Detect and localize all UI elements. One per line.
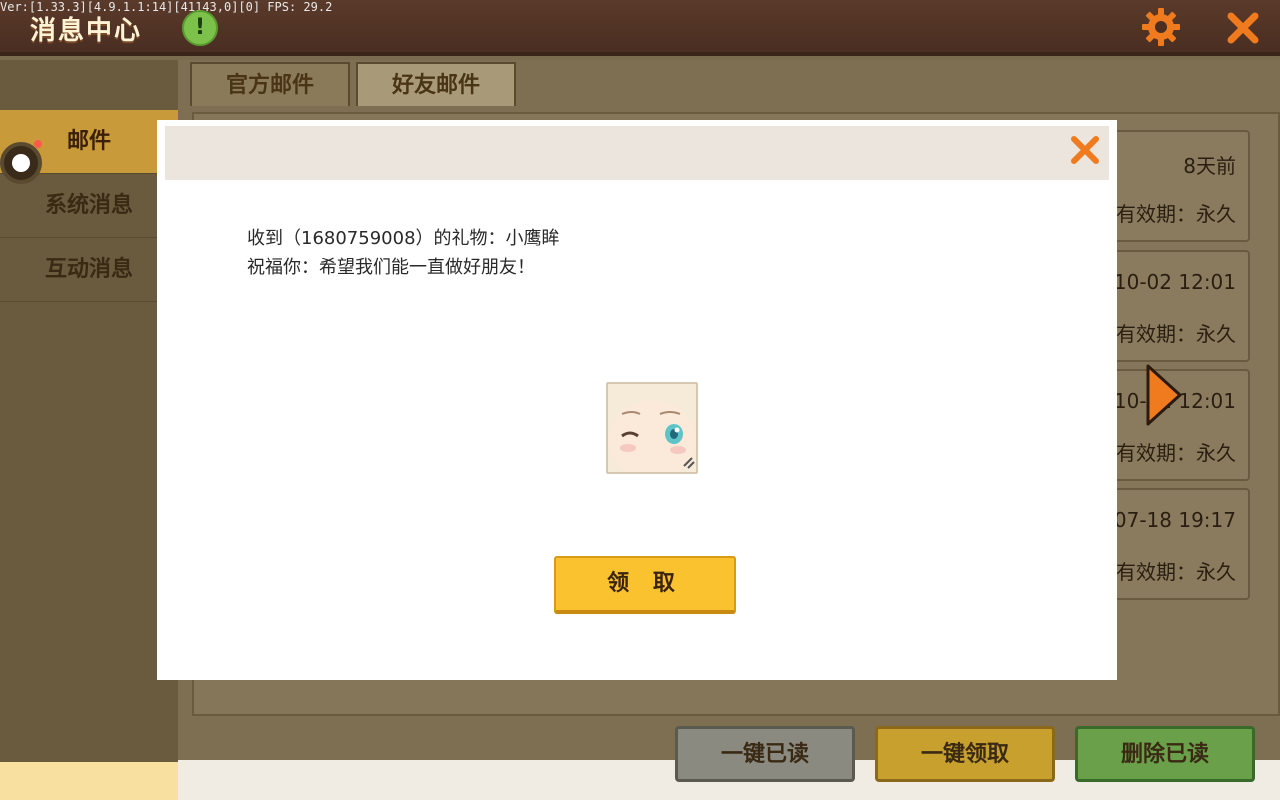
gift-item-icon[interactable] [606,382,698,474]
gift-dialog: 收到（1680759008）的礼物：小鹰眸 祝福你：希望我们能一直做好朋友！ 领… [157,120,1117,680]
delete-read-button[interactable]: 删除已读 [1075,726,1255,782]
dialog-close-icon[interactable] [1069,134,1101,166]
mail-item[interactable]: 10-02 12:01 有效期：永久 [1104,250,1250,362]
sidebar-item-system-messages[interactable]: 系统消息 [0,174,178,238]
sidebar-item-interaction-messages[interactable]: 互动消息 [0,238,178,302]
close-icon[interactable] [1225,10,1261,46]
floating-assist-icon[interactable] [0,142,42,184]
mail-validity: 有效期：永久 [1116,441,1236,465]
alert-icon[interactable]: ! [182,10,218,46]
next-arrow-icon[interactable] [1144,362,1184,428]
top-bar: 消息中心 Ver:[1.33.3][4.9.1.1:14][41143,0][0… [0,0,1280,56]
mail-validity: 有效期：永久 [1116,560,1236,584]
face-avatar-icon [608,384,696,472]
mail-time: -07-18 19:17 [1106,508,1236,532]
mail-time: 8天前 [1183,154,1236,178]
dialog-header [165,126,1109,180]
mail-item[interactable]: -07-18 19:17 有效期：永久 [1104,488,1250,600]
claim-button[interactable]: 领 取 [554,556,736,614]
mark-all-read-button[interactable]: 一键已读 [675,726,855,782]
page-title: 消息中心 [30,16,143,46]
claim-all-button[interactable]: 一键领取 [875,726,1055,782]
tab-official-mail[interactable]: 官方邮件 [190,62,350,106]
mail-item[interactable]: 8天前 有效期：永久 [1104,130,1250,242]
sidebar-footer [0,762,178,800]
debug-version-text: Ver:[1.33.3][4.9.1.1:14][41143,0][0] FPS… [0,0,333,14]
gift-blessing-line: 祝福你：希望我们能一直做好朋友！ [247,257,535,278]
gear-icon[interactable] [1140,6,1182,48]
tab-friend-mail[interactable]: 好友邮件 [356,62,516,106]
gift-sender-line: 收到（1680759008）的礼物：小鹰眸 [247,228,560,249]
mail-validity: 有效期：永久 [1116,202,1236,226]
dialog-message: 收到（1680759008）的礼物：小鹰眸 祝福你：希望我们能一直做好朋友！ [247,224,560,282]
mail-validity: 有效期：永久 [1116,322,1236,346]
mail-time: 10-02 12:01 [1113,270,1236,294]
